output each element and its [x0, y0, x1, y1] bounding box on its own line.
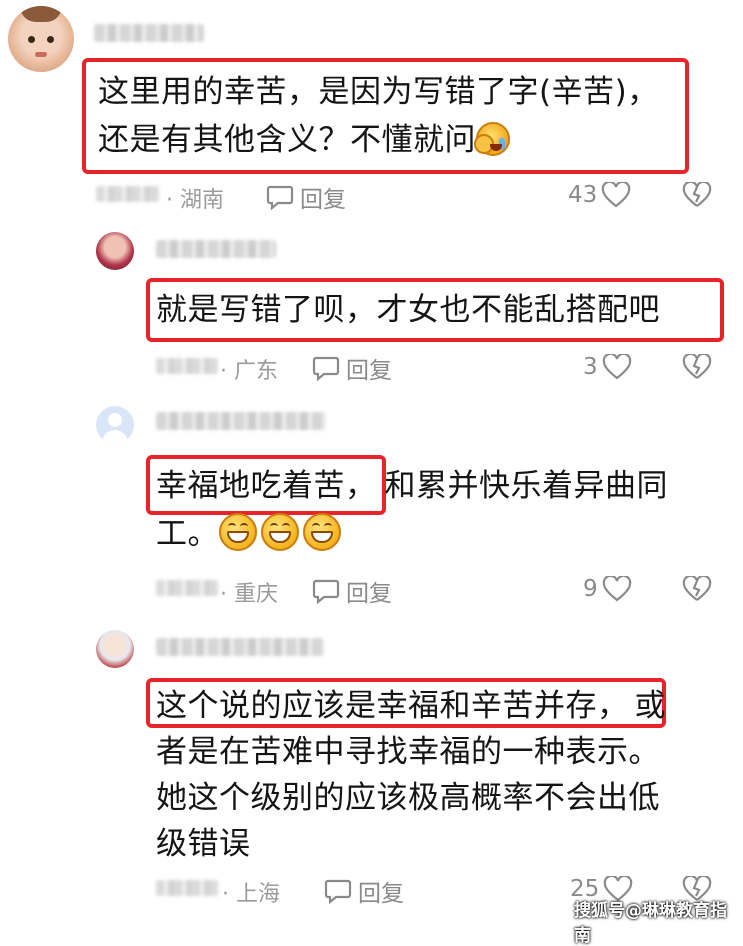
username-blurred[interactable] — [156, 240, 276, 258]
time-blurred — [156, 580, 218, 596]
broken-heart-icon[interactable] — [682, 354, 712, 380]
reply-label: 回复 — [300, 187, 346, 213]
grinning-face-emoji — [303, 513, 341, 551]
like-button[interactable]: 3 — [583, 354, 632, 380]
comment-text-line: 这个说的应该是幸福和辛苦并存，或 — [156, 688, 666, 724]
grinning-face-emoji — [261, 513, 299, 551]
comment-text-line: 工。 — [156, 512, 345, 556]
comment-text-line: 这里用的幸苦，是因为写错了字(辛苦)， — [98, 74, 659, 110]
heart-outline-icon — [602, 354, 632, 380]
reply-button[interactable]: 回复 — [324, 874, 404, 908]
comment-text-line: 她这个级别的应该极高概率不会出低 — [156, 780, 660, 816]
reply-label: 回复 — [346, 581, 392, 607]
reply-button[interactable]: 回复 — [312, 574, 392, 608]
avatar-default[interactable] — [96, 406, 134, 444]
comment-location: · 上海 — [222, 882, 280, 907]
avatar-baby[interactable] — [8, 6, 74, 72]
time-blurred — [156, 358, 218, 374]
reply-label: 回复 — [346, 358, 392, 384]
comment-location: · 重庆 — [220, 582, 278, 607]
avatar-user[interactable] — [96, 232, 134, 270]
comment-text-line: 就是写错了呗，才女也不能乱搭配吧 — [156, 292, 660, 328]
reply-button[interactable]: 回复 — [312, 351, 392, 385]
speech-bubble-icon — [312, 578, 340, 604]
username-blurred[interactable] — [156, 412, 326, 430]
time-blurred — [156, 880, 218, 896]
like-count: 9 — [583, 576, 598, 602]
broken-heart-icon[interactable] — [682, 576, 712, 602]
heart-outline-icon — [602, 576, 632, 602]
like-count: 43 — [568, 182, 598, 208]
heart-outline-icon — [601, 182, 631, 208]
comment-text-line: 还是有其他含义？不懂就问 — [98, 118, 510, 162]
comment-location: · 湖南 — [166, 188, 224, 213]
crying-face-emoji — [474, 122, 510, 156]
speech-bubble-icon — [312, 355, 340, 381]
like-count: 3 — [583, 354, 598, 380]
username-blurred[interactable] — [156, 638, 324, 656]
comment-text-line: 级错误 — [156, 826, 251, 862]
comment-location: · 广东 — [220, 359, 278, 384]
like-button[interactable]: 43 — [568, 182, 631, 208]
broken-heart-icon[interactable] — [682, 182, 712, 208]
watermark: 搜狐号@琳琳教育指南 — [574, 901, 727, 946]
username-blurred[interactable] — [94, 24, 204, 42]
grinning-face-emoji — [219, 513, 257, 551]
reply-label: 回复 — [358, 881, 404, 907]
comment-text-line: 者是在苦难中寻找幸福的一种表示。 — [156, 734, 660, 770]
reply-button[interactable]: 回复 — [266, 180, 346, 214]
speech-bubble-icon — [266, 184, 294, 210]
comment-text-line: 幸福地吃着苦， 和累并快乐着异曲同 — [156, 468, 668, 504]
time-blurred — [96, 186, 160, 202]
avatar-anime[interactable] — [96, 630, 134, 668]
like-button[interactable]: 9 — [583, 576, 632, 602]
speech-bubble-icon — [324, 878, 352, 904]
